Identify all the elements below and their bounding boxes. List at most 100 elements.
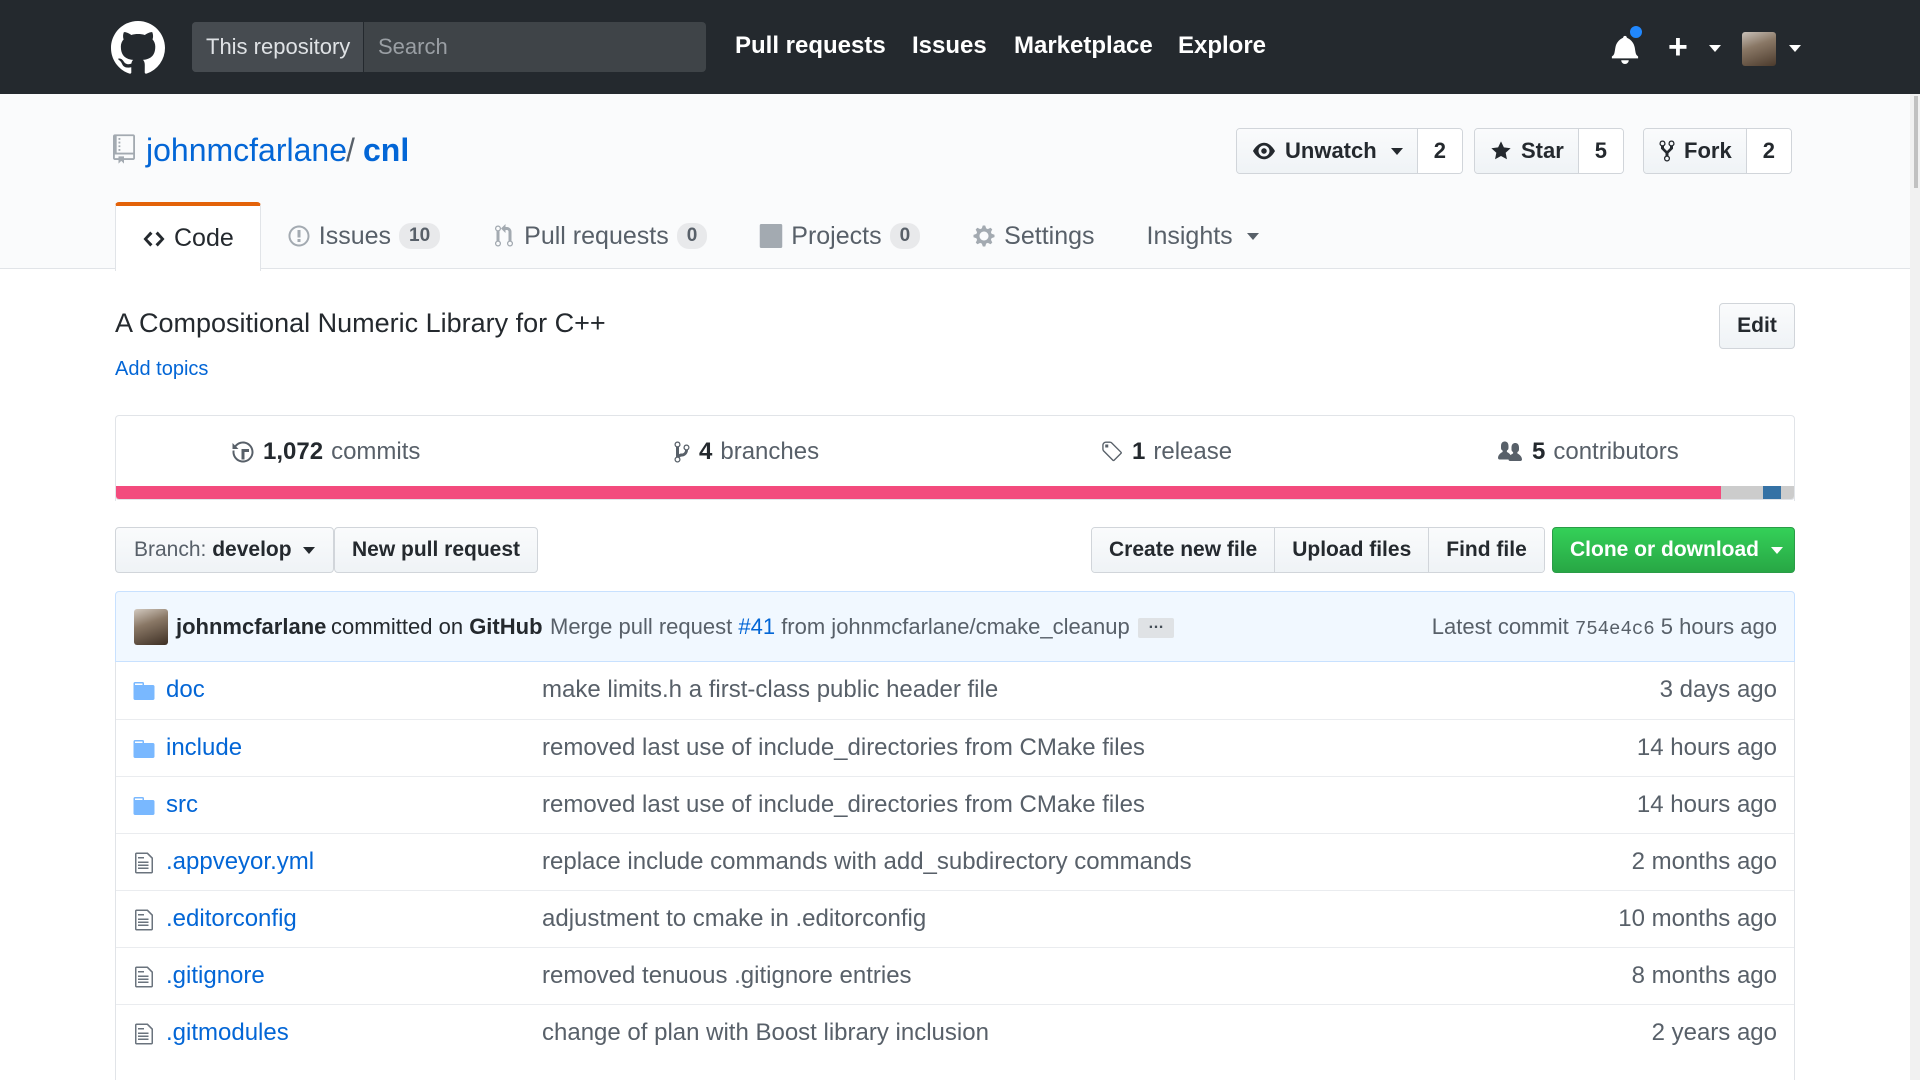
- file-name-link[interactable]: .editorconfig: [166, 905, 297, 933]
- file-icon: [135, 909, 153, 931]
- file-name-link[interactable]: .gitmodules: [166, 1019, 289, 1047]
- file-name-link[interactable]: src: [166, 791, 198, 819]
- tab-settings-label: Settings: [1004, 221, 1095, 250]
- create-new-file-button[interactable]: Create new file: [1092, 528, 1276, 572]
- branch-prefix: Branch:: [134, 538, 207, 561]
- projects-counter: 0: [889, 223, 921, 249]
- chevron-down-icon: [1390, 147, 1403, 155]
- file-age: 2 months ago: [1631, 848, 1777, 875]
- unwatch-button[interactable]: Unwatch: [1237, 129, 1418, 173]
- file-commit-message[interactable]: removed last use of include_directories …: [542, 791, 1145, 819]
- search-input[interactable]: [364, 22, 706, 72]
- gear-icon: [973, 225, 995, 247]
- star-button-group: Star 5: [1474, 128, 1625, 174]
- chevron-down-icon[interactable]: [1789, 45, 1801, 52]
- issue-icon: [288, 225, 310, 247]
- file-commit-message[interactable]: replace include commands with add_subdir…: [542, 848, 1192, 876]
- file-name-link[interactable]: .gitignore: [166, 962, 265, 990]
- branch-select-button[interactable]: Branch: develop: [115, 527, 335, 573]
- file-commit-message[interactable]: removed last use of include_directories …: [542, 734, 1145, 762]
- tag-icon: [1102, 441, 1122, 462]
- tab-code[interactable]: Code: [115, 202, 261, 271]
- expand-commit-button[interactable]: …: [1138, 616, 1174, 638]
- tab-issues[interactable]: Issues 10: [261, 202, 466, 270]
- clone-or-download-button[interactable]: Clone or download: [1552, 527, 1795, 573]
- commit-age: 5 hours ago: [1660, 614, 1777, 639]
- file-name-link[interactable]: doc: [166, 676, 205, 704]
- upload-files-button[interactable]: Upload files: [1275, 528, 1430, 572]
- contributors-count: 5: [1532, 438, 1546, 465]
- tab-issues-label: Issues: [318, 221, 392, 250]
- releases-summary[interactable]: 1 release: [1100, 438, 1232, 466]
- contributors-label: contributors: [1553, 438, 1679, 465]
- pr-link[interactable]: #41: [738, 614, 775, 639]
- branches-count: 4: [699, 438, 713, 465]
- contributors-summary[interactable]: 5 contributors: [1496, 438, 1679, 466]
- star-icon: [1491, 141, 1511, 160]
- star-button[interactable]: Star: [1475, 129, 1579, 173]
- commit-message[interactable]: Merge pull request #41 from johnmcfarlan…: [550, 614, 1130, 640]
- path-separator: /: [346, 132, 355, 168]
- github-logo-icon[interactable]: [111, 21, 165, 75]
- star-label: Star: [1521, 138, 1564, 163]
- fork-button[interactable]: Fork: [1644, 129, 1747, 173]
- file-commit-message[interactable]: removed tenuous .gitignore entries: [542, 962, 912, 990]
- releases-label: release: [1153, 438, 1233, 465]
- commit-message-suffix: from johnmcfarlane/cmake_cleanup: [781, 614, 1130, 639]
- file-commit-message[interactable]: adjustment to cmake in .editorconfig: [542, 905, 926, 933]
- file-age: 14 hours ago: [1636, 791, 1777, 818]
- branches-summary[interactable]: 4 branches: [673, 438, 819, 466]
- nav-explore[interactable]: Explore: [1178, 32, 1266, 60]
- global-header: This repository Pull requests Issues Mar…: [0, 0, 1920, 94]
- file-age: 14 hours ago: [1636, 734, 1777, 761]
- avatar[interactable]: [134, 609, 168, 645]
- watch-button-group: Unwatch 2: [1236, 128, 1463, 174]
- search-box: This repository: [192, 22, 706, 72]
- commit-sha[interactable]: 754e4c6: [1575, 618, 1655, 640]
- commit-author[interactable]: johnmcfarlane: [176, 614, 326, 640]
- notification-indicator: [1628, 24, 1644, 40]
- people-icon: [1498, 441, 1522, 461]
- language-segment-python: [1763, 486, 1781, 499]
- chevron-down-icon[interactable]: [1709, 45, 1721, 52]
- add-topics-link[interactable]: Add topics: [115, 358, 208, 381]
- file-name-link[interactable]: .appveyor.yml: [166, 848, 314, 876]
- chevron-down-icon: [1770, 546, 1783, 554]
- tab-insights[interactable]: Insights: [1121, 202, 1285, 270]
- language-segment-cmake: [1721, 486, 1763, 499]
- file-name-link[interactable]: include: [166, 734, 242, 762]
- scrollbar-thumb[interactable]: [1914, 96, 1918, 188]
- find-file-button[interactable]: Find file: [1429, 528, 1544, 572]
- folder-icon: [133, 740, 155, 758]
- issues-counter: 10: [399, 223, 441, 249]
- nav-marketplace[interactable]: Marketplace: [1014, 32, 1153, 60]
- file-age: 8 months ago: [1631, 962, 1777, 989]
- table-row: .editorconfig adjustment to cmake in .edi…: [116, 890, 1794, 947]
- repo-owner-link[interactable]: johnmcfarlane: [146, 132, 347, 169]
- commits-count: 1,072: [263, 438, 324, 465]
- tab-projects[interactable]: Projects 0: [733, 202, 946, 270]
- nav-pull-requests[interactable]: Pull requests: [735, 32, 886, 60]
- branch-name: develop: [212, 538, 292, 561]
- tab-pull-requests[interactable]: Pull requests 0: [466, 202, 733, 270]
- plus-icon[interactable]: +: [1668, 30, 1688, 64]
- new-pull-request-button[interactable]: New pull request: [334, 527, 539, 573]
- star-count[interactable]: 5: [1578, 129, 1624, 173]
- tab-settings[interactable]: Settings: [946, 202, 1120, 270]
- edit-button[interactable]: Edit: [1719, 303, 1795, 349]
- file-commit-message[interactable]: make limits.h a first-class public heade…: [542, 676, 998, 704]
- avatar[interactable]: [1742, 32, 1776, 66]
- repo-name-link[interactable]: cnl: [363, 132, 409, 169]
- commits-summary[interactable]: 1,072 commits: [231, 438, 420, 466]
- nav-issues[interactable]: Issues: [912, 32, 987, 60]
- file-commit-message[interactable]: change of plan with Boost library inclus…: [542, 1019, 989, 1047]
- commits-label: commits: [331, 438, 421, 465]
- fork-icon: [1659, 140, 1675, 162]
- watch-count[interactable]: 2: [1417, 129, 1462, 173]
- fork-button-group: Fork 2: [1643, 128, 1792, 174]
- pull-request-icon: [495, 224, 514, 247]
- fork-count[interactable]: 2: [1746, 129, 1791, 173]
- table-row: .gitignore removed tenuous .gitignore ent…: [116, 947, 1794, 1004]
- language-bar[interactable]: [115, 486, 1795, 500]
- scrollbar[interactable]: [1910, 94, 1920, 1080]
